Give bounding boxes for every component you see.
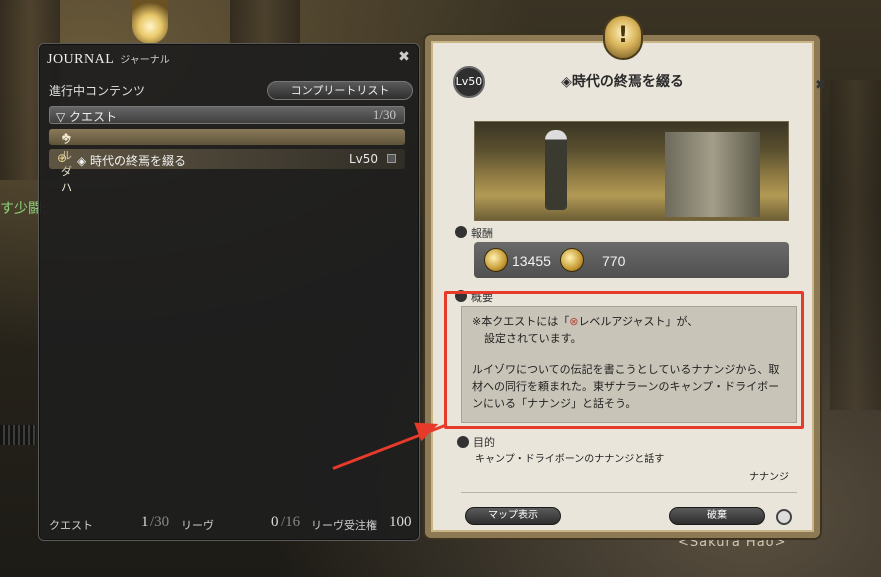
quest-marker-icon: ⊕	[57, 151, 68, 165]
footer-quest-label: クエスト	[49, 519, 93, 532]
footer-leve-count: 0	[271, 514, 279, 530]
in-progress-label: 進行中コンテンツ	[49, 84, 146, 98]
journal-footer: クエスト 1 /30 リーヴ 0 /16 リーヴ受注権 100	[39, 514, 419, 534]
quest-name: ◈ 時代の終焉を綴る	[77, 154, 187, 168]
footer-leve-label: リーヴ	[181, 519, 214, 532]
quest-detail-window: Lv50 ◈時代の終焉を綴る ✖ 報酬 13455 770 概要 ※本クエストに…	[425, 35, 826, 538]
background-wall	[230, 0, 300, 45]
footer-quest-max: /30	[150, 514, 170, 530]
footer-allowance-label: リーヴ受注権	[311, 519, 377, 532]
objective-text: キャンプ・ドライボーンのナナンジと話す	[475, 454, 665, 465]
footer-allowance-value: 100	[389, 514, 412, 530]
quest-image	[474, 121, 789, 221]
annotation-highlight-box	[444, 291, 804, 429]
region-header[interactable]: ❖ ウルダハ	[49, 129, 405, 194]
footer-leve-max: /16	[281, 514, 301, 530]
scene-character	[545, 130, 567, 210]
quest-category-label: ▽ クエスト	[56, 110, 118, 124]
lamp-light	[132, 0, 168, 44]
background-grate	[0, 425, 36, 445]
background-pillar-right	[830, 80, 881, 410]
journal-header: JOURNAL ジャーナル	[47, 51, 170, 71]
quest-category-count: 1/30	[372, 107, 396, 122]
diamond-icon: ◈	[77, 154, 91, 168]
reward-box: 13455 770	[474, 242, 789, 278]
quest-category-header[interactable]: ▽ クエスト 1/30	[49, 106, 405, 124]
gil-icon[interactable]	[484, 248, 508, 272]
quest-list-item[interactable]: ⊕ ◈ 時代の終焉を綴る Lv50	[49, 149, 405, 169]
collapse-icon: ▽	[56, 110, 70, 124]
quest-crest-icon: !	[603, 14, 643, 60]
journal-subtitle: ジャーナル	[120, 55, 170, 66]
map-button[interactable]: マップ表示	[465, 507, 561, 525]
objective-icon	[457, 436, 469, 448]
gil-reward: 13455	[512, 253, 551, 269]
quest-title: ◈時代の終焉を綴る	[561, 74, 684, 90]
reward-label: 報酬	[471, 227, 493, 240]
journal-title: JOURNAL	[47, 52, 115, 67]
chat-icon[interactable]	[776, 509, 792, 525]
objective-label: 目的	[473, 436, 495, 449]
complete-list-button[interactable]: コンプリートリスト	[267, 81, 413, 100]
objective-npc: ナナンジ	[749, 472, 789, 483]
close-icon[interactable]: ✖	[395, 48, 413, 66]
close-icon[interactable]: ✖	[815, 78, 831, 94]
abandon-button[interactable]: 破棄	[669, 507, 765, 525]
reward-icon	[455, 226, 467, 238]
divider	[461, 492, 797, 493]
quest-level: Lv50	[349, 152, 379, 166]
seal-icon[interactable]	[560, 248, 584, 272]
diamond-icon: ◈	[561, 74, 572, 90]
seal-reward: 770	[602, 253, 626, 269]
journal-window: JOURNAL ジャーナル ✖ 進行中コンテンツ コンプリートリスト ▽ クエス…	[38, 43, 420, 541]
scene-stone	[665, 132, 760, 217]
quest-track-checkbox[interactable]	[387, 154, 396, 163]
footer-quest-count: 1	[141, 514, 149, 530]
